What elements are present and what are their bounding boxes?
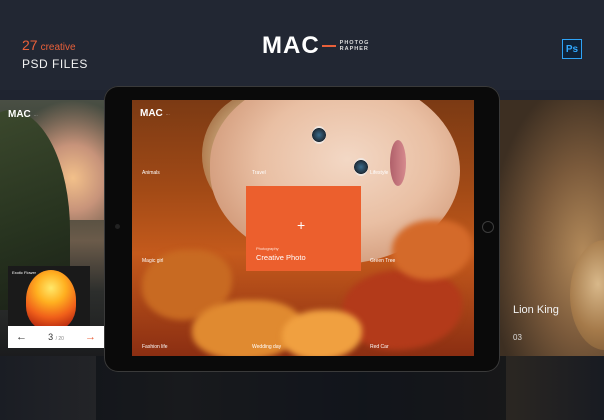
leaf-blur-5	[392, 220, 472, 280]
brand-tagline: PHOTOG RAPHER	[340, 40, 370, 52]
creative-photo-card[interactable]: + Photography Creative Photo	[246, 186, 361, 271]
card-subtitle: Photography	[256, 246, 279, 251]
tablet-home-button[interactable]	[482, 221, 494, 233]
promo-line2: PSD FILES	[22, 57, 88, 71]
category-label[interactable]: Green Tree	[370, 258, 395, 264]
category-label[interactable]: Animals	[142, 170, 160, 176]
screen-logo: MAC ⋯	[140, 108, 170, 119]
prev-arrow-icon[interactable]: ←	[16, 331, 27, 343]
pager-count: 3 / 20	[48, 332, 64, 342]
brand-tagline-2: RAPHER	[339, 46, 369, 52]
right-panel-number: 03	[513, 333, 522, 342]
promo-text: 27 creative PSD FILES	[22, 37, 88, 71]
category-label[interactable]: Magic girl	[142, 258, 163, 264]
category-label[interactable]: Fashion life	[142, 344, 168, 350]
promo-word: creative	[40, 42, 76, 53]
tablet-camera	[115, 224, 120, 229]
next-arrow-icon[interactable]: →	[85, 331, 96, 343]
right-panel-title: Lion King	[513, 304, 559, 316]
flower-card[interactable]: Exotic Flower	[8, 266, 90, 328]
flower-label: Exotic Flower	[12, 270, 37, 275]
promo-number: 27	[22, 37, 38, 53]
eye-right	[354, 158, 368, 176]
eye-left	[312, 126, 326, 144]
category-label[interactable]: Travel	[252, 170, 266, 176]
lion-image	[570, 240, 604, 350]
brand-name: MAC	[262, 32, 320, 59]
category-label[interactable]: Wedding day	[252, 344, 281, 350]
flower-image	[26, 270, 76, 328]
plus-icon: +	[297, 217, 306, 233]
left-panel-logo: MAC ⋯	[8, 109, 38, 120]
mouth	[390, 140, 406, 186]
brand-dash	[321, 45, 336, 47]
right-preview-panel[interactable]: Lion King 03	[500, 100, 604, 356]
brand-logo: MAC PHOTOG RAPHER	[262, 32, 369, 60]
category-label[interactable]: Red Car	[370, 344, 389, 350]
category-label[interactable]: Lifestyle	[370, 170, 388, 176]
photoshop-icon: Ps	[562, 39, 582, 59]
pager: ← 3 / 20 →	[8, 326, 104, 348]
card-title: Creative Photo	[256, 253, 306, 262]
leaf-blur-4	[282, 310, 362, 356]
tablet-screen: MAC ⋯ Animals Travel Lifestyle Magic girl…	[132, 100, 474, 356]
left-preview-panel[interactable]: MAC ⋯ Exotic Flower ← 3 / 20 →	[0, 100, 104, 356]
